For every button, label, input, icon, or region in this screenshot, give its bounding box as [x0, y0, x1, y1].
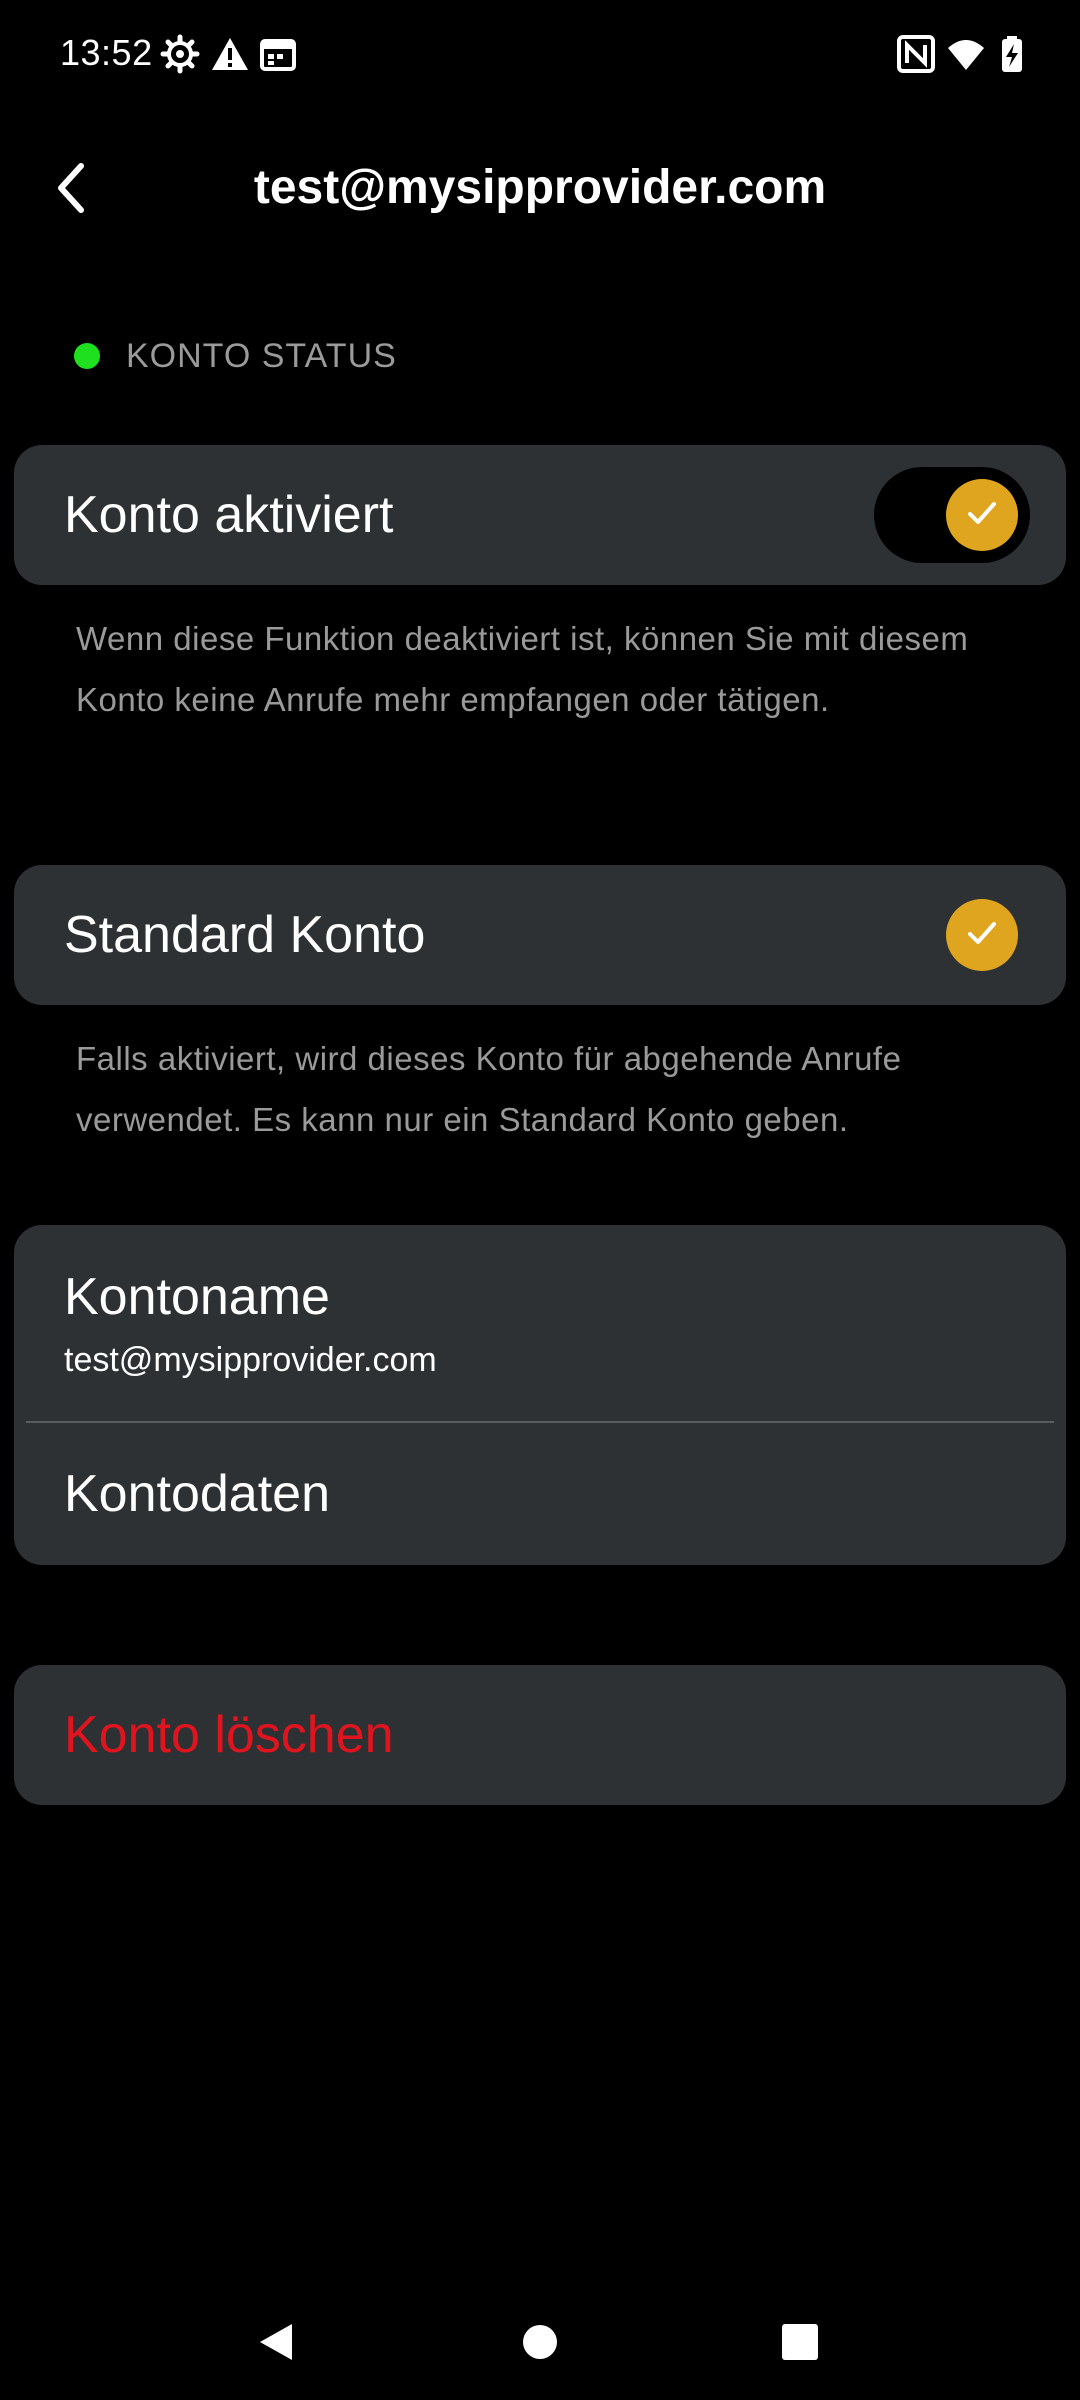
status-indicator-dot — [74, 343, 100, 369]
warning-icon — [210, 34, 250, 74]
settings-gear-icon — [160, 34, 200, 74]
toggle-thumb — [946, 479, 1018, 551]
status-bar: 13:52 — [0, 0, 1080, 110]
account-status-header: KONTO STATUS — [74, 336, 397, 376]
recents-square-icon — [780, 2322, 820, 2367]
account-name-value: test@mysipprovider.com — [64, 1340, 437, 1379]
account-enabled-row[interactable]: Konto aktiviert — [14, 445, 1066, 585]
check-icon — [962, 493, 1002, 538]
account-enabled-label: Konto aktiviert — [64, 486, 394, 544]
nav-back-button[interactable] — [236, 2304, 316, 2384]
status-time: 13:52 — [60, 32, 153, 73]
account-enabled-card: Konto aktiviert — [14, 445, 1066, 585]
nav-home-button[interactable] — [500, 2304, 580, 2384]
account-data-label: Kontodaten — [64, 1465, 331, 1523]
account-info-card: Kontoname test@mysipprovider.com Kontoda… — [14, 1225, 1066, 1565]
nav-recents-button[interactable] — [760, 2304, 840, 2384]
calendar-icon — [258, 34, 298, 74]
account-enabled-toggle[interactable] — [874, 467, 1030, 563]
default-account-label: Standard Konto — [64, 906, 426, 964]
account-name-row[interactable]: Kontoname test@mysipprovider.com — [14, 1225, 1066, 1421]
check-icon — [962, 913, 1002, 958]
default-account-row[interactable]: Standard Konto — [14, 865, 1066, 1005]
delete-account-card: Konto löschen — [14, 1665, 1066, 1805]
delete-account-label: Konto löschen — [64, 1706, 394, 1764]
account-enabled-description: Wenn diese Funktion deaktiviert ist, kön… — [76, 620, 969, 718]
nfc-icon — [896, 34, 936, 74]
page-title: test@mysipprovider.com — [253, 161, 827, 214]
account-name-label: Kontoname — [64, 1267, 330, 1326]
battery-charging-icon — [992, 34, 1032, 74]
system-navigation-bar — [0, 2280, 1080, 2400]
home-circle-icon — [520, 2322, 560, 2367]
account-data-row[interactable]: Kontodaten — [14, 1423, 1066, 1565]
default-account-description: Falls aktiviert, wird dieses Konto für a… — [76, 1040, 902, 1138]
default-account-checkbox[interactable] — [946, 899, 1018, 971]
delete-account-button[interactable]: Konto löschen — [14, 1665, 1066, 1805]
back-button[interactable] — [36, 152, 106, 228]
chevron-left-icon — [51, 160, 91, 221]
default-account-card: Standard Konto — [14, 865, 1066, 1005]
back-triangle-icon — [254, 2320, 298, 2369]
section-label: KONTO STATUS — [126, 336, 397, 375]
wifi-icon — [946, 34, 986, 74]
app-bar: test@mysipprovider.com — [0, 130, 1080, 250]
